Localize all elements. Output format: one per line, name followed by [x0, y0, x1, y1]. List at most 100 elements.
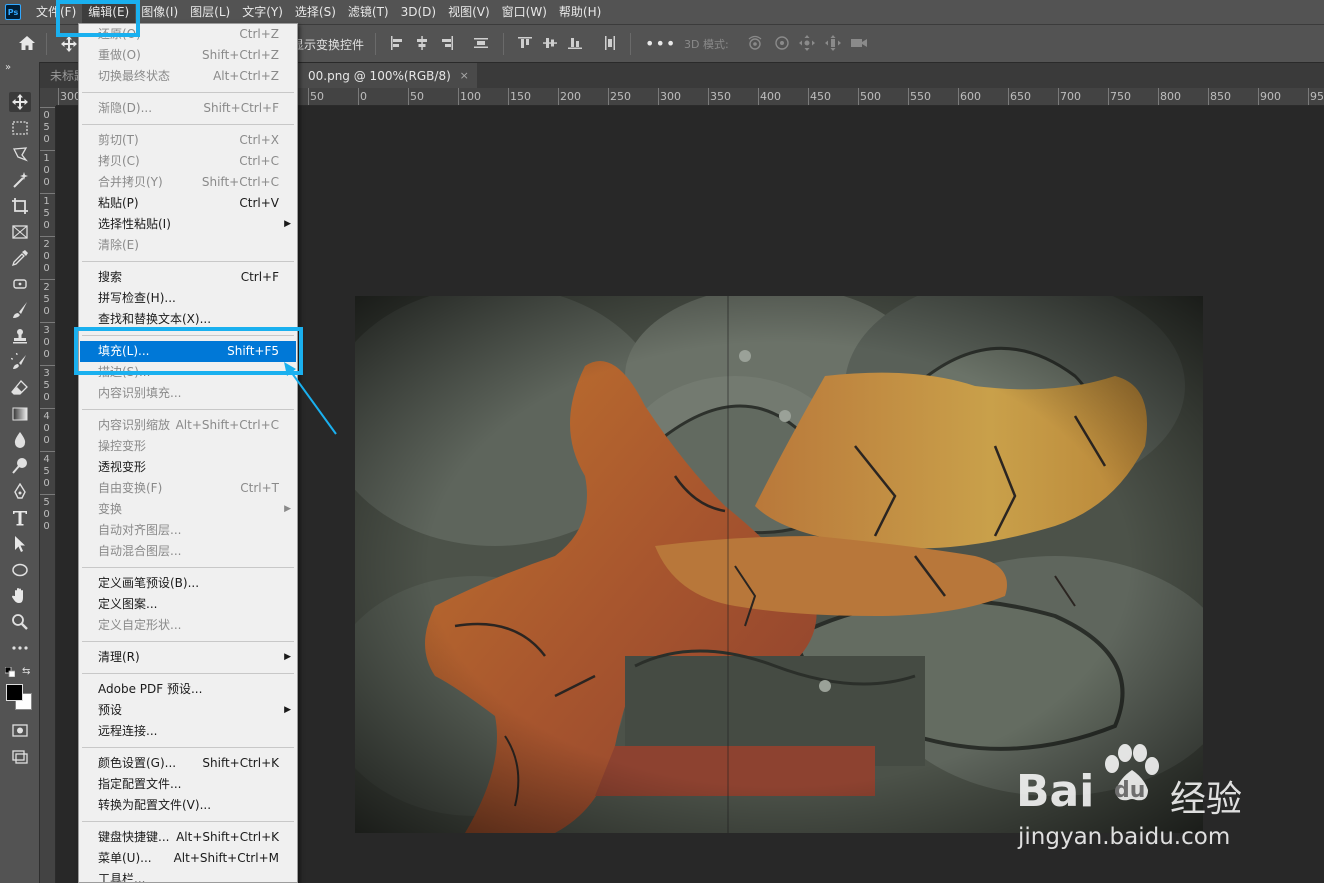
align-bottom-icon[interactable]	[568, 36, 582, 50]
ruler-tick-label: 0	[43, 521, 50, 532]
menu-item[interactable]: 窗口(W)	[496, 0, 553, 24]
foreground-color-swatch[interactable]	[6, 684, 23, 701]
brush-tool-icon[interactable]	[9, 300, 31, 320]
3d-drag-icon[interactable]	[798, 34, 816, 52]
edit-menu-item: 拷贝(C) Ctrl+C	[80, 151, 296, 172]
menu-item-shortcut: Shift+Ctrl+C	[201, 175, 279, 189]
watermark-suffix: 经验	[1170, 779, 1243, 820]
ruler-tick-label: 3	[43, 325, 50, 336]
pen-tool-icon[interactable]	[9, 482, 31, 502]
photoshop-window: Ps 文件(F) 编辑(E) 图像(I) 图层(L) 文字(Y) 选择(S) 滤镜(T) 3D…	[0, 0, 1324, 883]
quick-mask-icon[interactable]	[9, 720, 31, 740]
menu-item-label: 指定配置文件...	[98, 777, 182, 791]
edit-menu-item[interactable]: 清理(R) ▶	[80, 647, 296, 668]
edit-menu-item[interactable]: 工具栏...	[80, 869, 296, 882]
healing-brush-icon[interactable]	[9, 274, 31, 294]
menu-item-label: 操控变形	[98, 439, 147, 453]
collapse-panel-icon[interactable]: »	[5, 62, 11, 73]
edit-menu-item: 自动对齐图层...	[80, 520, 296, 541]
magic-wand-icon[interactable]	[9, 170, 31, 190]
edit-menu-item[interactable]: 定义图案...	[80, 594, 296, 615]
edit-menu-item[interactable]: 搜索 Ctrl+F	[80, 267, 296, 288]
tab-untitled[interactable]: 未标题-1	[40, 63, 78, 89]
3d-slide-icon[interactable]	[824, 34, 842, 52]
align-center-h-icon[interactable]	[415, 36, 429, 50]
edit-menu-item[interactable]: 拼写检查(H)...	[80, 288, 296, 309]
edit-menu-item[interactable]: 定义画笔预设(B)...	[80, 573, 296, 594]
ellipse-tool-icon[interactable]	[9, 560, 31, 580]
3d-camera-icon[interactable]	[850, 34, 868, 52]
rectangular-marquee-icon[interactable]	[9, 118, 31, 138]
ruler-tick	[758, 88, 759, 105]
history-brush-icon[interactable]	[9, 352, 31, 372]
edit-menu-item[interactable]: 键盘快捷键... Alt+Shift+Ctrl+K	[80, 827, 296, 848]
3d-roll-icon[interactable]	[773, 34, 791, 52]
vertical-ruler[interactable]: 050100150200250300350400450500	[40, 106, 56, 883]
dodge-tool-icon[interactable]	[9, 456, 31, 476]
gradient-tool-icon[interactable]	[9, 404, 31, 424]
type-tool-icon[interactable]	[9, 508, 31, 528]
edit-menu-item[interactable]: 菜单(U)... Alt+Shift+Ctrl+M	[80, 848, 296, 869]
more-options-icon[interactable]: •••	[645, 34, 676, 53]
edit-menu-item[interactable]: Adobe PDF 预设...	[80, 679, 296, 700]
align-top-icon[interactable]	[518, 36, 532, 50]
menu-item[interactable]: 视图(V)	[442, 0, 496, 24]
move-tool-icon[interactable]	[60, 35, 78, 53]
menu-separator	[82, 567, 294, 568]
move-tool-icon[interactable]	[9, 92, 31, 112]
home-icon[interactable]	[18, 35, 36, 51]
ruler-tick	[40, 279, 55, 280]
3d-orbit-icon[interactable]	[746, 34, 764, 52]
ruler-tick-label: 4	[43, 411, 50, 422]
edit-menu-item[interactable]: 粘贴(P) Ctrl+V	[80, 193, 296, 214]
submenu-arrow-icon: ▶	[284, 219, 291, 229]
eyedropper-icon[interactable]	[9, 248, 31, 268]
menu-item[interactable]: 文字(Y)	[236, 0, 289, 24]
menu-item-label: 预设	[98, 703, 123, 717]
align-middle-v-icon[interactable]	[543, 36, 557, 50]
edit-menu-item[interactable]: 选择性粘贴(I) ▶	[80, 214, 296, 235]
edit-toolbar-icon[interactable]	[9, 638, 31, 658]
edit-menu-item[interactable]: 透视变形	[80, 457, 296, 478]
menu-item-label: 自动混合图层...	[98, 544, 182, 558]
ruler-tick	[308, 88, 309, 105]
edit-menu-item[interactable]: 远程连接...	[80, 721, 296, 742]
tab-document-active[interactable]: 00.png @ 100%(RGB/8) ×	[298, 63, 477, 89]
watermark-brand-left: Bai	[1016, 766, 1095, 817]
hand-tool-icon[interactable]	[9, 586, 31, 606]
menu-item-label: 远程连接...	[98, 724, 158, 738]
screen-mode-icon[interactable]	[9, 746, 31, 766]
swap-colors-icon[interactable]: ⇆	[22, 666, 30, 677]
ruler-tick-label: 500	[860, 90, 881, 103]
menu-item-label: 重做(O)	[98, 48, 141, 62]
path-selection-icon[interactable]	[9, 534, 31, 554]
lasso-tool-icon[interactable]	[9, 144, 31, 164]
menu-item[interactable]: 选择(S)	[289, 0, 342, 24]
align-right-icon[interactable]	[440, 36, 454, 50]
distribute-icon[interactable]	[474, 36, 488, 50]
default-colors-icon[interactable]	[5, 667, 15, 677]
edit-menu-item[interactable]: 颜色设置(G)... Shift+Ctrl+K	[80, 753, 296, 774]
close-icon[interactable]: ×	[460, 63, 469, 89]
menu-item-label: 自动对齐图层...	[98, 523, 182, 537]
blur-tool-icon[interactable]	[9, 430, 31, 450]
edit-menu-item[interactable]: 指定配置文件...	[80, 774, 296, 795]
menu-item[interactable]: 3D(D)	[395, 0, 442, 24]
align-left-icon[interactable]	[390, 36, 404, 50]
zoom-tool-icon[interactable]	[9, 612, 31, 632]
show-transform-controls-label[interactable]: 显示变换控件	[292, 36, 364, 53]
frame-tool-icon[interactable]	[9, 222, 31, 242]
menu-item[interactable]: 滤镜(T)	[342, 0, 395, 24]
submenu-arrow-icon: ▶	[284, 504, 291, 514]
distribute-v-icon[interactable]	[603, 36, 617, 50]
menu-item[interactable]: 图层(L)	[184, 0, 236, 24]
ruler-tick-label: 2	[43, 239, 50, 250]
edit-menu-item[interactable]: 转换为配置文件(V)...	[80, 795, 296, 816]
menu-item[interactable]: 图像(I)	[135, 0, 184, 24]
menu-item[interactable]: 帮助(H)	[553, 0, 607, 24]
crop-tool-icon[interactable]	[9, 196, 31, 216]
eraser-tool-icon[interactable]	[9, 378, 31, 398]
clone-stamp-icon[interactable]	[9, 326, 31, 346]
ruler-tick	[808, 88, 809, 105]
edit-menu-item[interactable]: 预设 ▶	[80, 700, 296, 721]
